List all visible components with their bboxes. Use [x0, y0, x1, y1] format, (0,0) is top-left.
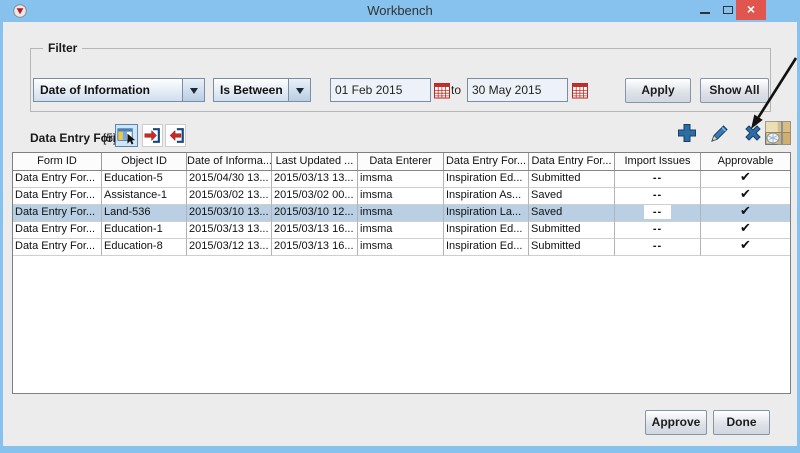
window-content: Filter Date of Information Is Between to…: [3, 22, 797, 446]
table-cell[interactable]: Inspiration As...: [444, 188, 529, 205]
table-cell[interactable]: Saved: [529, 188, 615, 205]
check-out-arrow-icon[interactable]: [165, 124, 186, 147]
table-cell[interactable]: Submitted: [529, 222, 615, 239]
table-cell[interactable]: --: [615, 205, 701, 222]
table-cell[interactable]: ✔: [701, 239, 790, 256]
table-cell[interactable]: 2015/04/30 13...: [187, 171, 272, 188]
column-header[interactable]: Import Issues: [615, 153, 701, 170]
table-cell[interactable]: Data Entry For...: [13, 222, 102, 239]
table-row[interactable]: Data Entry For...Education-82015/03/12 1…: [13, 239, 790, 256]
table-cell[interactable]: 2015/03/10 12...: [272, 205, 358, 222]
table-cell[interactable]: --: [615, 171, 701, 188]
table-row[interactable]: Data Entry For...Land-5362015/03/10 13..…: [13, 205, 790, 222]
select-columns-icon[interactable]: [115, 124, 138, 147]
add-icon[interactable]: [676, 122, 698, 144]
calendar-icon[interactable]: [434, 82, 450, 99]
table-cell[interactable]: ✔: [701, 171, 790, 188]
filter-field-value: Date of Information: [34, 79, 182, 101]
table-cell[interactable]: 2015/03/13 13...: [272, 171, 358, 188]
table-cell[interactable]: 2015/03/02 13...: [187, 188, 272, 205]
table-cell[interactable]: Inspiration La...: [444, 205, 529, 222]
table-cell[interactable]: Inspiration Ed...: [444, 239, 529, 256]
calendar-icon[interactable]: [572, 82, 588, 99]
map-view-icon[interactable]: [765, 121, 791, 145]
window-title: Workbench: [0, 3, 800, 18]
data-entry-form-table: Form IDObject IDDate of Informa...Last U…: [12, 152, 791, 394]
table-cell[interactable]: imsma: [358, 239, 444, 256]
column-header[interactable]: Data Entry For...: [444, 153, 529, 170]
filter-operator-value: Is Between: [214, 79, 288, 101]
table-cell[interactable]: --: [615, 222, 701, 239]
close-button[interactable]: ×: [736, 0, 766, 20]
to-label: to: [451, 83, 461, 97]
table-row[interactable]: Data Entry For...Education-12015/03/13 1…: [13, 222, 790, 239]
edit-pencil-icon[interactable]: [709, 122, 731, 144]
table-cell[interactable]: Submitted: [529, 171, 615, 188]
table-cell[interactable]: Data Entry For...: [13, 188, 102, 205]
focused-cell-value: --: [644, 205, 671, 219]
table-body: Data Entry For...Education-52015/04/30 1…: [13, 171, 790, 256]
done-button[interactable]: Done: [713, 410, 770, 435]
table-cell[interactable]: 2015/03/12 13...: [187, 239, 272, 256]
table-cell[interactable]: Education-5: [102, 171, 187, 188]
table-cell[interactable]: 2015/03/10 13...: [187, 205, 272, 222]
table-cell[interactable]: 2015/03/13 16...: [272, 222, 358, 239]
filter-legend: Filter: [43, 41, 82, 55]
table-cell[interactable]: imsma: [358, 205, 444, 222]
workbench-window: Workbench × Filter Date of Information I…: [0, 0, 800, 453]
column-header[interactable]: Object ID: [102, 153, 187, 170]
table-cell[interactable]: Inspiration Ed...: [444, 171, 529, 188]
table-cell[interactable]: Assistance-1: [102, 188, 187, 205]
column-header[interactable]: Form ID: [13, 153, 102, 170]
table-cell[interactable]: Land-536: [102, 205, 187, 222]
date-to-input[interactable]: [467, 78, 568, 102]
table-cell[interactable]: --: [615, 239, 701, 256]
check-in-arrow-icon[interactable]: [142, 124, 163, 147]
titlebar[interactable]: Workbench ×: [0, 0, 800, 22]
table-cell[interactable]: Education-1: [102, 222, 187, 239]
table-cell[interactable]: Inspiration Ed...: [444, 222, 529, 239]
table-cell[interactable]: Saved: [529, 205, 615, 222]
table-cell[interactable]: 2015/03/13 16...: [272, 239, 358, 256]
table-cell[interactable]: imsma: [358, 171, 444, 188]
show-all-button[interactable]: Show All: [700, 78, 769, 103]
table-cell[interactable]: imsma: [358, 222, 444, 239]
column-header[interactable]: Data Enterer: [358, 153, 444, 170]
table-header-row: Form IDObject IDDate of Informa...Last U…: [13, 153, 790, 171]
table-cell[interactable]: Education-8: [102, 239, 187, 256]
table-cell[interactable]: 2015/03/13 13...: [187, 222, 272, 239]
table-cell[interactable]: --: [615, 188, 701, 205]
filter-field-select[interactable]: Date of Information: [33, 78, 205, 102]
table-cell[interactable]: 2015/03/02 00...: [272, 188, 358, 205]
table-cell[interactable]: Data Entry For...: [13, 205, 102, 222]
table-cell[interactable]: Data Entry For...: [13, 239, 102, 256]
column-header[interactable]: Approvable: [701, 153, 790, 170]
chevron-down-icon[interactable]: [182, 79, 204, 101]
column-header[interactable]: Date of Informa...: [187, 153, 272, 170]
apply-button[interactable]: Apply: [625, 78, 691, 103]
table-cell[interactable]: ✔: [701, 222, 790, 239]
table-row[interactable]: Data Entry For...Assistance-12015/03/02 …: [13, 188, 790, 205]
column-header[interactable]: Last Updated ...: [272, 153, 358, 170]
table-cell[interactable]: imsma: [358, 188, 444, 205]
minimize-button[interactable]: [694, 0, 716, 20]
approve-button[interactable]: Approve: [645, 410, 707, 435]
table-cell[interactable]: Data Entry For...: [13, 171, 102, 188]
delete-x-icon[interactable]: [742, 122, 764, 144]
filter-operator-select[interactable]: Is Between: [213, 78, 311, 102]
table-cell[interactable]: ✔: [701, 188, 790, 205]
date-from-input[interactable]: [330, 78, 431, 102]
column-header[interactable]: Data Entry For...: [529, 153, 615, 170]
table-row[interactable]: Data Entry For...Education-52015/04/30 1…: [13, 171, 790, 188]
table-cell[interactable]: Submitted: [529, 239, 615, 256]
table-cell[interactable]: ✔: [701, 205, 790, 222]
chevron-down-icon[interactable]: [288, 79, 310, 101]
